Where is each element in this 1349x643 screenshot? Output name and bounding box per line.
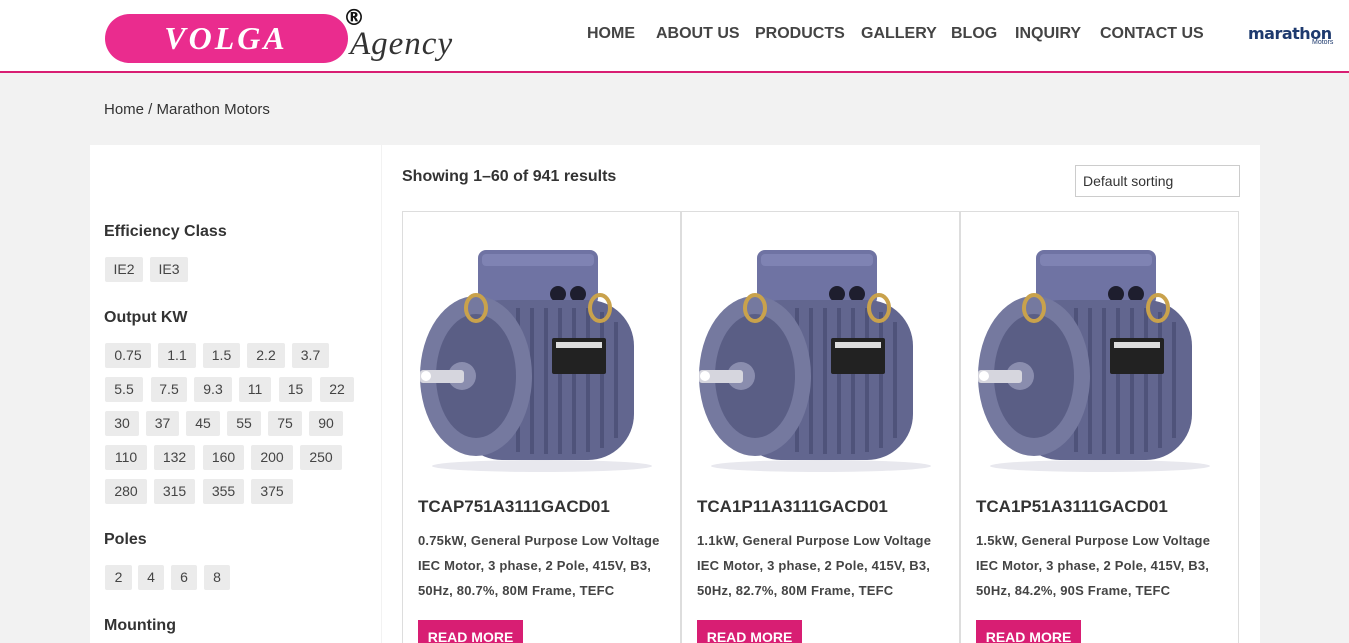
read-more-button[interactable]: READ MORE [976,620,1081,643]
filter-tag-output[interactable]: 315 [154,479,195,504]
filter-tag-output[interactable]: 55 [227,411,261,436]
nav-about-us[interactable]: ABOUT US [656,25,740,43]
motor-image[interactable] [697,242,945,474]
nav-products[interactable]: PRODUCTS [755,25,845,43]
nav-blog[interactable]: BLOG [951,25,997,43]
nav-contact-us[interactable]: CONTACT US [1100,25,1204,43]
breadcrumb-separator: / [144,101,157,118]
filter-tag-output[interactable]: 7.5 [151,377,187,402]
breadcrumb-current: Marathon Motors [156,101,270,118]
product-listing: Showing 1–60 of 941 results Default sort… [382,145,1260,643]
filter-tag-output[interactable]: 22 [320,377,354,402]
filter-tag-poles[interactable]: 2 [105,565,132,590]
result-count: Showing 1–60 of 941 results [402,168,617,185]
filter-tag-output[interactable]: 160 [203,445,244,470]
filter-tag-ie3[interactable]: IE3 [150,257,188,282]
product-card: TCAP751A3111GACD01 0.75kW, General Purpo… [402,211,681,643]
marathon-motors-logo[interactable]: marathon Motors [1247,24,1343,50]
product-title[interactable]: TCA1P51A3111GACD01 [976,497,1168,517]
filter-title-output: Output KW [104,309,188,326]
sort-select[interactable]: Default sorting [1075,165,1240,197]
filter-tag-output[interactable]: 375 [251,479,293,504]
product-description: 1.1kW, General Purpose Low Voltage IEC M… [697,533,932,598]
filter-tag-output[interactable]: 280 [105,479,147,504]
filter-tag-output[interactable]: 0.75 [105,343,151,368]
filter-title-efficiency: Efficiency Class [104,223,227,240]
filter-sidebar: Efficiency Class IE2 IE3 Output KW 0.75 … [90,145,381,643]
logo-suffix: Agency [350,26,454,62]
filter-tag-poles[interactable]: 4 [138,565,164,590]
filter-tag-output[interactable]: 200 [251,445,293,470]
filter-tag-output[interactable]: 15 [279,377,312,402]
filter-tag-output[interactable]: 37 [146,411,179,436]
filter-tag-output[interactable]: 1.1 [158,343,196,368]
read-more-button[interactable]: READ MORE [697,620,802,643]
filter-title-mounting: Mounting [104,617,176,634]
filter-tag-poles[interactable]: 6 [171,565,197,590]
filter-tag-output[interactable]: 250 [300,445,342,470]
product-title[interactable]: TCAP751A3111GACD01 [418,497,610,517]
filter-tag-output[interactable]: 30 [105,411,139,436]
filter-tag-output[interactable]: 5.5 [105,377,143,402]
filter-tag-output[interactable]: 3.7 [292,343,329,368]
filter-tag-poles[interactable]: 8 [204,565,230,590]
motor-image[interactable] [418,242,666,474]
filter-tag-output[interactable]: 1.5 [203,343,240,368]
brand-sub: Motors [1312,39,1334,46]
nav-gallery[interactable]: GALLERY [861,25,937,43]
read-more-button[interactable]: READ MORE [418,620,523,643]
filter-tag-output[interactable]: 45 [186,411,220,436]
product-title[interactable]: TCA1P11A3111GACD01 [697,497,888,517]
filter-tag-output[interactable]: 355 [203,479,244,504]
filter-tag-output[interactable]: 110 [105,445,147,470]
site-header: VOLGA ® Agency HOME ABOUT US PRODUCTS GA… [0,0,1349,73]
breadcrumb-home[interactable]: Home [104,101,144,118]
motor-image[interactable] [976,242,1224,474]
product-card: TCA1P51A3111GACD01 1.5kW, General Purpos… [960,211,1239,643]
filter-tag-output[interactable]: 75 [268,411,302,436]
filter-title-poles: Poles [104,531,147,548]
filter-tag-output[interactable]: 11 [239,377,271,402]
logo-text: VOLGA [164,20,288,56]
product-description: 0.75kW, General Purpose Low Voltage IEC … [418,533,660,598]
filter-tag-output[interactable]: 9.3 [194,377,232,402]
product-description: 1.5kW, General Purpose Low Voltage IEC M… [976,533,1211,598]
filter-tag-output[interactable]: 132 [154,445,195,470]
volga-agency-logo[interactable]: VOLGA ® Agency [104,6,464,66]
product-card: TCA1P11A3111GACD01 1.1kW, General Purpos… [681,211,960,643]
breadcrumb: Home / Marathon Motors [104,101,270,118]
nav-home[interactable]: HOME [587,25,635,43]
filter-tag-output[interactable]: 90 [309,411,343,436]
filter-tag-ie2[interactable]: IE2 [105,257,143,282]
nav-inquiry[interactable]: INQUIRY [1015,25,1081,43]
filter-tag-output[interactable]: 2.2 [247,343,285,368]
